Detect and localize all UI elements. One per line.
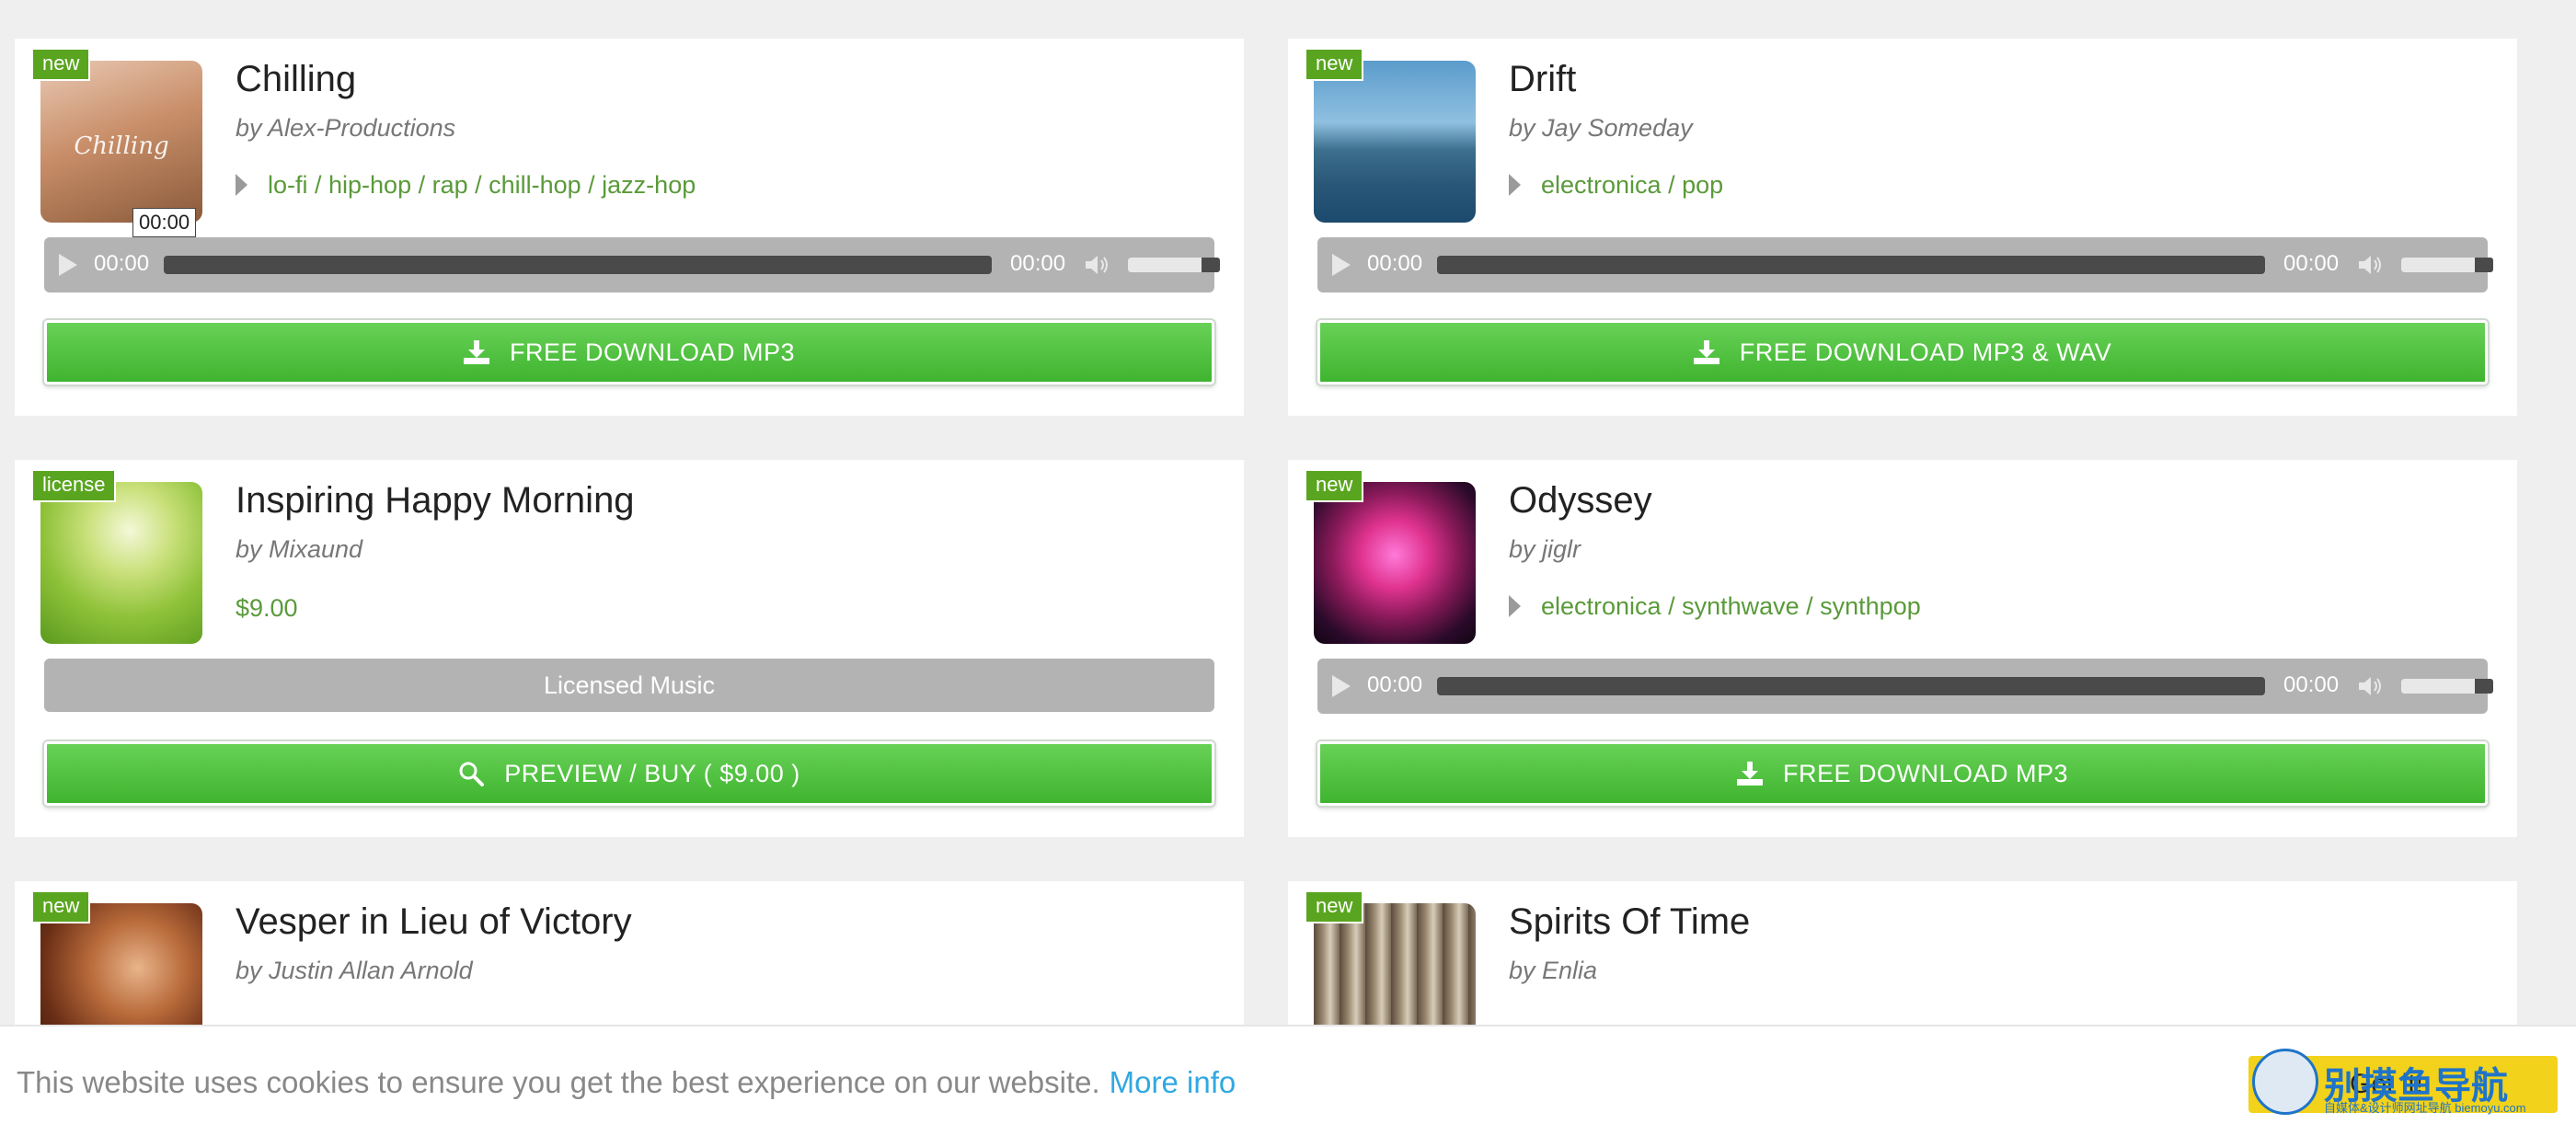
cookie-consent-bar: This website uses cookies to ensure you … xyxy=(0,1025,2576,1124)
current-time: 00:00 xyxy=(94,251,150,276)
track-artist[interactable]: by Jay Someday xyxy=(1509,114,1693,143)
genre-list: electronica / pop xyxy=(1509,171,1723,200)
volume-level xyxy=(2401,258,2475,272)
download-icon xyxy=(463,340,489,364)
download-icon xyxy=(1736,762,1763,786)
genre-links[interactable]: electronica / pop xyxy=(1541,171,1723,199)
track-title[interactable]: Drift xyxy=(1509,59,1576,100)
watermark-mascot-icon xyxy=(2252,1049,2318,1115)
track-title[interactable]: Odyssey xyxy=(1509,480,1652,522)
track-card-chilling: new Chilling 00:00 Chilling by Alex-Prod… xyxy=(15,39,1244,416)
volume-slider[interactable] xyxy=(2401,679,2493,694)
button-label: PREVIEW / BUY ( $9.00 ) xyxy=(504,759,800,787)
track-artist[interactable]: by Mixaund xyxy=(236,535,362,564)
license-badge: license xyxy=(31,469,117,502)
cookie-message-text: This website uses cookies to ensure you … xyxy=(17,1065,1100,1099)
current-time: 00:00 xyxy=(1367,251,1423,276)
volume-slider[interactable] xyxy=(2401,258,2493,272)
new-badge: new xyxy=(1305,890,1364,923)
album-art[interactable] xyxy=(1314,61,1476,223)
audio-player: 00:00 00:00 xyxy=(1317,659,2493,714)
genre-links[interactable]: lo-fi / hip-hop / rap / chill-hop / jazz… xyxy=(268,171,696,199)
duration-time: 00:00 xyxy=(2283,251,2340,276)
play-icon[interactable] xyxy=(1332,675,1351,697)
play-icon[interactable] xyxy=(1332,254,1351,276)
track-price: $9.00 xyxy=(236,594,298,622)
free-download-button[interactable]: FREE DOWNLOAD MP3 xyxy=(44,320,1214,384)
track-artist[interactable]: by jiglr xyxy=(1509,535,1581,564)
track-card-drift: new Drift by Jay Someday electronica / p… xyxy=(1288,39,2517,416)
new-badge: new xyxy=(1305,469,1364,502)
duration-time: 00:00 xyxy=(2283,672,2340,697)
seek-tooltip: 00:00 xyxy=(132,208,197,237)
track-card-odyssey: new Odyssey by jiglr electronica / synth… xyxy=(1288,460,2517,837)
button-label: FREE DOWNLOAD MP3 & WAV xyxy=(1739,338,2112,366)
album-art-text: Chilling xyxy=(74,132,169,160)
track-card-inspiring-happy-morning: license Inspiring Happy Morning by Mixau… xyxy=(15,460,1244,837)
volume-slider[interactable] xyxy=(1128,258,1220,272)
genre-list: electronica / synthwave / synthpop xyxy=(1509,592,1921,621)
genre-links[interactable]: electronica / synthwave / synthpop xyxy=(1541,592,1921,620)
new-badge: new xyxy=(31,48,91,81)
search-icon xyxy=(459,762,485,786)
preview-buy-button[interactable]: PREVIEW / BUY ( $9.00 ) xyxy=(44,741,1214,806)
album-art[interactable] xyxy=(1314,482,1476,644)
new-badge: new xyxy=(1305,48,1364,81)
more-info-link[interactable]: More info xyxy=(1110,1065,1236,1099)
track-title[interactable]: Chilling xyxy=(236,59,356,100)
volume-icon[interactable] xyxy=(2357,252,2385,278)
genre-list: lo-fi / hip-hop / rap / chill-hop / jazz… xyxy=(236,171,696,200)
track-title[interactable]: Vesper in Lieu of Victory xyxy=(236,901,632,943)
progress-bar[interactable] xyxy=(1437,256,2265,274)
volume-level xyxy=(2401,679,2475,694)
download-icon xyxy=(1693,340,1719,364)
cookie-message: This website uses cookies to ensure you … xyxy=(17,1065,1236,1100)
track-title[interactable]: Inspiring Happy Morning xyxy=(236,480,635,522)
play-preview-icon[interactable] xyxy=(1509,595,1521,617)
progress-bar[interactable] xyxy=(164,256,992,274)
play-preview-icon[interactable] xyxy=(236,174,247,196)
button-label: FREE DOWNLOAD MP3 xyxy=(509,338,796,366)
progress-bar[interactable] xyxy=(1437,677,2265,695)
got-it-button[interactable]: Got it! 别摸鱼导航 自媒体&设计师网址导航 biemoyu.com xyxy=(2248,1049,2558,1115)
licensed-music-bar: Licensed Music xyxy=(44,659,1214,712)
button-label: FREE DOWNLOAD MP3 xyxy=(1782,759,2069,787)
album-art[interactable] xyxy=(40,482,202,644)
free-download-button[interactable]: FREE DOWNLOAD MP3 & WAV xyxy=(1317,320,2488,384)
volume-level xyxy=(1128,258,1202,272)
track-artist[interactable]: by Enlia xyxy=(1509,957,1597,985)
new-badge: new xyxy=(31,890,91,923)
play-icon[interactable] xyxy=(59,254,77,276)
watermark-subtext: 自媒体&设计师网址导航 biemoyu.com xyxy=(2324,1101,2526,1115)
album-art[interactable]: Chilling xyxy=(40,61,202,223)
free-download-button[interactable]: FREE DOWNLOAD MP3 xyxy=(1317,741,2488,806)
duration-time: 00:00 xyxy=(1010,251,1066,276)
volume-icon[interactable] xyxy=(2357,673,2385,699)
track-artist[interactable]: by Alex-Productions xyxy=(236,114,455,143)
play-preview-icon[interactable] xyxy=(1509,174,1521,196)
track-list-page: new Chilling 00:00 Chilling by Alex-Prod… xyxy=(0,0,2576,1124)
volume-icon[interactable] xyxy=(1084,252,1111,278)
audio-player: 00:00 00:00 xyxy=(1317,237,2493,292)
audio-player: 00:00 00:00 xyxy=(44,237,1220,292)
current-time: 00:00 xyxy=(1367,672,1423,697)
track-title[interactable]: Spirits Of Time xyxy=(1509,901,1750,943)
track-artist[interactable]: by Justin Allan Arnold xyxy=(236,957,473,985)
